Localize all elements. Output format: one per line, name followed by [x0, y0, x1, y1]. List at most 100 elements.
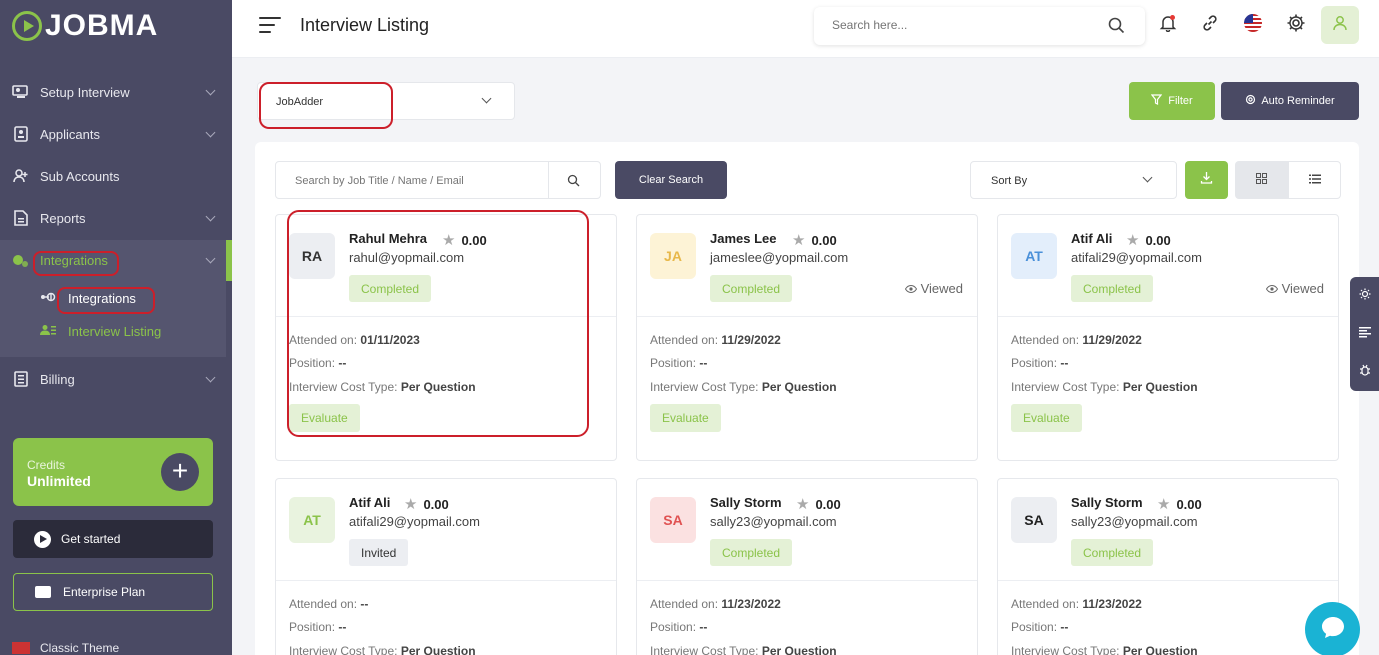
filter-button[interactable]: Filter — [1129, 82, 1215, 120]
classic-theme-toggle[interactable]: Classic Theme — [0, 638, 119, 655]
applicants-icon — [12, 126, 30, 142]
rating-value: 0.00 — [811, 232, 837, 248]
sidebar-item-label: Reports — [40, 210, 86, 226]
sidebar-item-setup-interview[interactable]: Setup Interview — [0, 72, 232, 112]
search-icon[interactable] — [1108, 17, 1125, 39]
candidate-email: atifali29@yopmail.com — [1071, 250, 1202, 265]
credits-value: Unlimited — [27, 473, 91, 489]
get-started-button[interactable]: Get started — [13, 520, 213, 558]
list-view-button[interactable] — [1288, 161, 1341, 199]
bug-icon — [1359, 363, 1371, 381]
status-badge: Invited — [349, 539, 409, 566]
candidate-card[interactable]: RA Rahul Mehra ★ 0.00 rahul@yopmail.com C… — [275, 214, 617, 461]
cost-label: Interview Cost Type: — [289, 380, 398, 394]
candidate-card[interactable]: SA Sally Storm ★ 0.00 sally23@yopmail.com… — [997, 478, 1339, 655]
rating: ★ 0.00 — [792, 231, 837, 249]
star-icon: ★ — [1126, 232, 1140, 249]
chevron-down-icon — [481, 93, 492, 104]
evaluate-button[interactable]: Evaluate — [650, 404, 721, 432]
cost-value: Per Question — [400, 380, 476, 394]
enterprise-plan-button[interactable]: Enterprise Plan — [13, 573, 213, 611]
position-label: Position: — [650, 356, 697, 370]
search-divider — [548, 162, 549, 198]
cost-label: Interview Cost Type: — [1011, 644, 1120, 655]
menu-toggle-icon[interactable] — [259, 17, 281, 38]
sidebar-subitem-interview-listing[interactable]: Interview Listing — [40, 320, 161, 342]
attended-label: Attended on: — [1011, 333, 1080, 347]
sidebar-subitem-integrations[interactable]: Integrations — [40, 287, 136, 309]
star-icon: ★ — [442, 232, 456, 249]
sidebar-item-label: Applicants — [40, 126, 100, 142]
status-badge: Completed — [710, 539, 793, 566]
bell-icon — [1159, 14, 1177, 37]
jobma-logo[interactable]: JOBMA — [12, 8, 158, 44]
candidate-name: Sally Storm — [1071, 495, 1143, 510]
page-title: Interview Listing — [300, 15, 430, 35]
position-label: Position: — [289, 620, 336, 634]
sidebar-item-billing[interactable]: Billing — [0, 359, 232, 399]
auto-reminder-button[interactable]: Auto Reminder — [1221, 82, 1359, 120]
avatar: RA — [289, 233, 335, 279]
candidate-email: sally23@yopmail.com — [710, 514, 837, 529]
candidate-card[interactable]: JA James Lee ★ 0.00 jameslee@yopmail.com … — [636, 214, 978, 461]
theme-icon — [12, 642, 30, 654]
interview-cost-type: Interview Cost Type: Per Question — [650, 380, 837, 394]
candidate-email: atifali29@yopmail.com — [349, 514, 480, 529]
cost-value: Per Question — [761, 644, 837, 655]
interview-cost-type: Interview Cost Type: Per Question — [289, 644, 476, 655]
settings-button[interactable] — [1278, 7, 1314, 43]
viewed-indicator: Viewed — [904, 281, 963, 296]
sidebar-item-applicants[interactable]: Applicants — [0, 114, 232, 154]
global-search-input[interactable] — [832, 18, 1092, 32]
enterprise-plan-label: Enterprise Plan — [63, 585, 146, 599]
position-label: Position: — [289, 356, 336, 370]
language-button[interactable] — [1235, 7, 1271, 43]
attended-on: Attended on: -- — [289, 597, 368, 611]
sidebar-item-label: Sub Accounts — [40, 168, 120, 184]
link-button[interactable] — [1192, 7, 1228, 43]
search-icon[interactable] — [567, 174, 580, 192]
candidate-card[interactable]: AT Atif Ali ★ 0.00 atifali29@yopmail.com … — [997, 214, 1339, 461]
download-button[interactable] — [1185, 161, 1228, 199]
sidebar-item-integrations[interactable]: Integrations — [0, 240, 232, 281]
debug-button[interactable] — [1350, 353, 1379, 391]
grid-view-button[interactable] — [1235, 161, 1288, 199]
link-icon — [1201, 14, 1219, 37]
candidate-card[interactable]: SA Sally Storm ★ 0.00 sally23@yopmail.com… — [636, 478, 978, 655]
clear-search-button[interactable]: Clear Search — [615, 161, 727, 199]
attended-label: Attended on: — [650, 597, 719, 611]
sort-select[interactable]: Sort By — [970, 161, 1177, 199]
sidebar-item-reports[interactable]: Reports — [0, 198, 232, 238]
setup-interview-icon — [12, 84, 30, 100]
cost-label: Interview Cost Type: — [289, 644, 398, 655]
chat-button[interactable] — [1305, 602, 1360, 655]
profile-button[interactable] — [1321, 6, 1359, 44]
avatar: SA — [650, 497, 696, 543]
job-search-input[interactable] — [295, 175, 535, 187]
layout-button[interactable] — [1350, 315, 1379, 353]
attended-label: Attended on: — [650, 333, 719, 347]
candidate-name: Atif Ali — [1071, 231, 1113, 246]
evaluate-button[interactable]: Evaluate — [289, 404, 360, 432]
attended-value: 01/11/2023 — [360, 333, 420, 347]
status-badge: Completed — [1071, 539, 1154, 566]
attended-on: Attended on: 11/29/2022 — [650, 333, 781, 347]
cost-value: Per Question — [400, 644, 476, 655]
rating: ★ 0.00 — [796, 495, 841, 513]
interview-cost-type: Interview Cost Type: Per Question — [1011, 380, 1198, 394]
play-logo-icon — [12, 11, 42, 41]
attended-on: Attended on: 11/23/2022 — [650, 597, 781, 611]
position: Position: -- — [650, 620, 707, 634]
evaluate-button[interactable]: Evaluate — [1011, 404, 1082, 432]
notifications-button[interactable] — [1150, 7, 1186, 43]
interview-cost-type: Interview Cost Type: Per Question — [289, 380, 476, 394]
add-credits-button[interactable]: + — [161, 453, 199, 491]
avatar: AT — [1011, 233, 1057, 279]
integration-select[interactable]: JobAdder — [257, 82, 515, 120]
billing-icon — [12, 371, 30, 387]
sidebar-item-sub-accounts[interactable]: Sub Accounts — [0, 156, 232, 196]
theme-toggle-button[interactable] — [1350, 277, 1379, 315]
interview-cost-type: Interview Cost Type: Per Question — [1011, 644, 1198, 655]
candidate-card[interactable]: AT Atif Ali ★ 0.00 atifali29@yopmail.com … — [275, 478, 617, 655]
status-badge: Completed — [1071, 275, 1154, 302]
